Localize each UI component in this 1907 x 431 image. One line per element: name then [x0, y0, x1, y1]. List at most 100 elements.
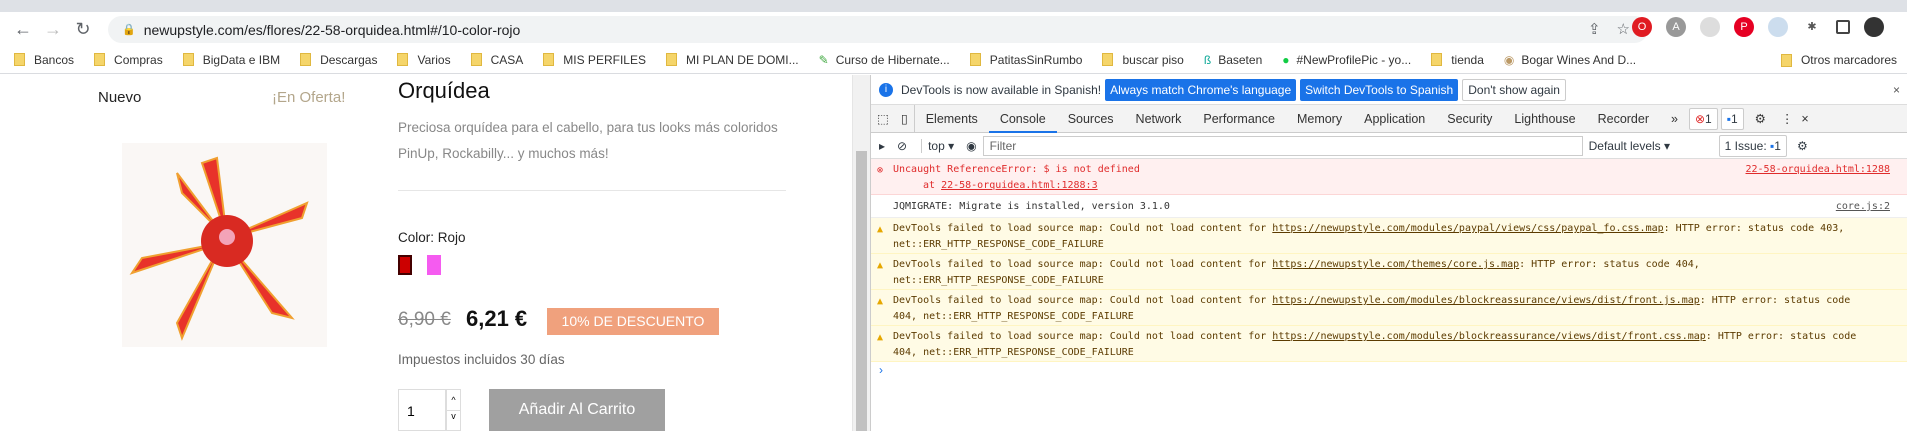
- bookmark-star-icon[interactable]: ☆: [1617, 20, 1630, 38]
- avatar[interactable]: [1864, 17, 1884, 37]
- message-count-badge[interactable]: ▪1: [1720, 107, 1744, 130]
- source-map-link[interactable]: https://newupstyle.com/modules/blockreas…: [1272, 295, 1699, 306]
- inspect-icon[interactable]: ⬚: [871, 105, 895, 133]
- log-levels-select[interactable]: Default levels ▾: [1589, 139, 1719, 153]
- tab-security[interactable]: Security: [1436, 105, 1503, 133]
- add-to-cart-button[interactable]: Añadir Al Carrito: [489, 389, 665, 431]
- issues-button[interactable]: 1 Issue: ▪1: [1718, 134, 1787, 157]
- match-language-button[interactable]: Always match Chrome's language: [1105, 78, 1297, 101]
- forward-icon[interactable]: →: [38, 19, 68, 40]
- close-devtools-icon[interactable]: ×: [1797, 105, 1812, 133]
- bookmark[interactable]: buscar piso: [1102, 53, 1184, 67]
- bookmark[interactable]: tienda: [1431, 53, 1484, 67]
- back-icon[interactable]: ←: [8, 19, 38, 40]
- tab-application[interactable]: Application: [1353, 105, 1436, 133]
- swatch-pink[interactable]: [427, 255, 441, 275]
- nav-offer[interactable]: ¡En Oferta!: [272, 89, 345, 106]
- bookmark[interactable]: PatitasSinRumbo: [969, 53, 1082, 67]
- eye-icon[interactable]: ◉: [966, 139, 976, 153]
- chevron-down-icon[interactable]: v: [447, 411, 460, 421]
- puzzle-icon[interactable]: ✱: [1802, 17, 1822, 37]
- tab-lighthouse[interactable]: Lighthouse: [1503, 105, 1586, 133]
- tab-elements[interactable]: Elements: [915, 105, 989, 133]
- bookmark[interactable]: ß Baseten: [1204, 53, 1262, 67]
- swatch-red[interactable]: [398, 255, 412, 275]
- infobar-text: DevTools is now available in Spanish!: [901, 82, 1102, 97]
- address-bar[interactable]: 🔒 newupstyle.com/es/flores/22-58-orquide…: [108, 16, 1648, 43]
- bookmark[interactable]: BigData e IBM: [182, 53, 280, 67]
- opera-extension-icon[interactable]: O: [1632, 17, 1652, 37]
- console-prompt[interactable]: ›: [879, 363, 883, 377]
- extension-icon[interactable]: [1700, 17, 1720, 37]
- switch-spanish-button[interactable]: Switch DevTools to Spanish: [1300, 78, 1459, 101]
- bookmark[interactable]: ● #NewProfilePic - yo...: [1282, 53, 1411, 67]
- tab-network[interactable]: Network: [1125, 105, 1193, 133]
- product-image[interactable]: [122, 143, 327, 347]
- console-settings-icon[interactable]: ⚙: [1797, 139, 1808, 153]
- bookmark[interactable]: ◉ Bogar Wines And D...: [1504, 53, 1636, 67]
- tab-recorder[interactable]: Recorder: [1587, 105, 1660, 133]
- url-text[interactable]: newupstyle.com/es/flores/22-58-orquidea.…: [144, 22, 521, 38]
- bookmark[interactable]: Compras: [94, 53, 163, 67]
- folder-icon: [1780, 53, 1792, 67]
- bookmark[interactable]: Varios: [397, 53, 451, 67]
- device-toolbar-icon[interactable]: ▯: [895, 104, 915, 133]
- product-description: Preciosa orquídea para el cabello, para …: [398, 120, 778, 161]
- stack-link[interactable]: 22-58-orquidea.html:1288:3: [941, 180, 1098, 191]
- tab-strip: [0, 0, 1907, 12]
- bookmark[interactable]: MIS PERFILES: [543, 53, 646, 67]
- source-map-link[interactable]: https://newupstyle.com/modules/blockreas…: [1272, 331, 1705, 342]
- clear-console-icon[interactable]: ⊘: [897, 139, 907, 153]
- bookmark[interactable]: Descargas: [300, 53, 377, 67]
- nav-new[interactable]: Nuevo: [98, 89, 141, 106]
- context-select[interactable]: top ▾: [921, 138, 954, 153]
- bookmark[interactable]: CASA: [470, 53, 523, 67]
- error-icon: ⊗: [877, 165, 884, 176]
- close-icon[interactable]: ×: [1893, 83, 1900, 97]
- tab-performance[interactable]: Performance: [1192, 105, 1286, 133]
- folder-icon: [665, 53, 677, 66]
- adblock-extension-icon[interactable]: A: [1666, 17, 1686, 37]
- lock-icon: 🔒: [122, 24, 136, 36]
- settings-icon[interactable]: ⚙: [1744, 105, 1777, 133]
- orchid-icon: [129, 156, 309, 341]
- source-link[interactable]: core.js:2: [1836, 199, 1890, 215]
- quantity-input[interactable]: 1: [398, 389, 446, 431]
- sidebar-toggle-icon[interactable]: ▸: [879, 139, 885, 153]
- source-map-link[interactable]: https://newupstyle.com/themes/core.js.ma…: [1272, 259, 1519, 270]
- error-icon: ⊗: [1694, 111, 1706, 126]
- share-icon[interactable]: ⇪: [1588, 20, 1601, 38]
- bookmark[interactable]: MI PLAN DE DOMI...: [665, 53, 799, 67]
- page-scrollbar[interactable]: [852, 75, 870, 431]
- scrollbar-thumb[interactable]: [856, 151, 867, 431]
- dont-show-button[interactable]: Don't show again: [1462, 78, 1566, 101]
- error-count-badge[interactable]: ⊗1: [1688, 107, 1718, 130]
- console-log: JQMIGRATE: Migrate is installed, version…: [871, 196, 1907, 218]
- more-options-icon[interactable]: ⋮: [1777, 105, 1798, 133]
- more-tabs-icon[interactable]: »: [1660, 105, 1689, 133]
- quantity-stepper[interactable]: ^ v: [446, 389, 461, 431]
- pinterest-icon[interactable]: P: [1734, 17, 1754, 37]
- console-error: ⊗ Uncaught ReferenceError: $ is not defi…: [871, 159, 1907, 195]
- chevron-up-icon[interactable]: ^: [447, 390, 460, 411]
- other-bookmarks[interactable]: Otros marcadores: [1780, 53, 1897, 67]
- tab-memory[interactable]: Memory: [1286, 105, 1353, 133]
- tab-console[interactable]: Console: [988, 105, 1057, 133]
- extension-icon[interactable]: [1768, 17, 1788, 37]
- folder-icon: [182, 53, 194, 66]
- side-panel-icon[interactable]: [1836, 20, 1850, 34]
- menu-icon[interactable]: ⋮: [1898, 17, 1907, 37]
- folder-icon: [543, 53, 555, 66]
- filter-input[interactable]: Filter: [982, 135, 1583, 156]
- reload-icon[interactable]: ↻: [68, 19, 98, 40]
- product-title: Orquídea: [398, 78, 490, 103]
- tab-sources[interactable]: Sources: [1057, 105, 1125, 133]
- bookmark[interactable]: ✎ Curso de Hibernate...: [819, 53, 950, 67]
- console-warning: ▲ DevTools failed to load source map: Co…: [871, 254, 1907, 290]
- divider: [398, 190, 786, 191]
- source-map-link[interactable]: https://newupstyle.com/modules/paypal/vi…: [1272, 223, 1663, 234]
- folder-icon: [1431, 53, 1443, 66]
- bookmark[interactable]: Bancos: [14, 53, 74, 67]
- product-page: Nuevo ¡En Oferta! Orquídea Preciosa orqu…: [0, 75, 852, 431]
- source-link[interactable]: 22-58-orquidea.html:1288: [1746, 162, 1891, 178]
